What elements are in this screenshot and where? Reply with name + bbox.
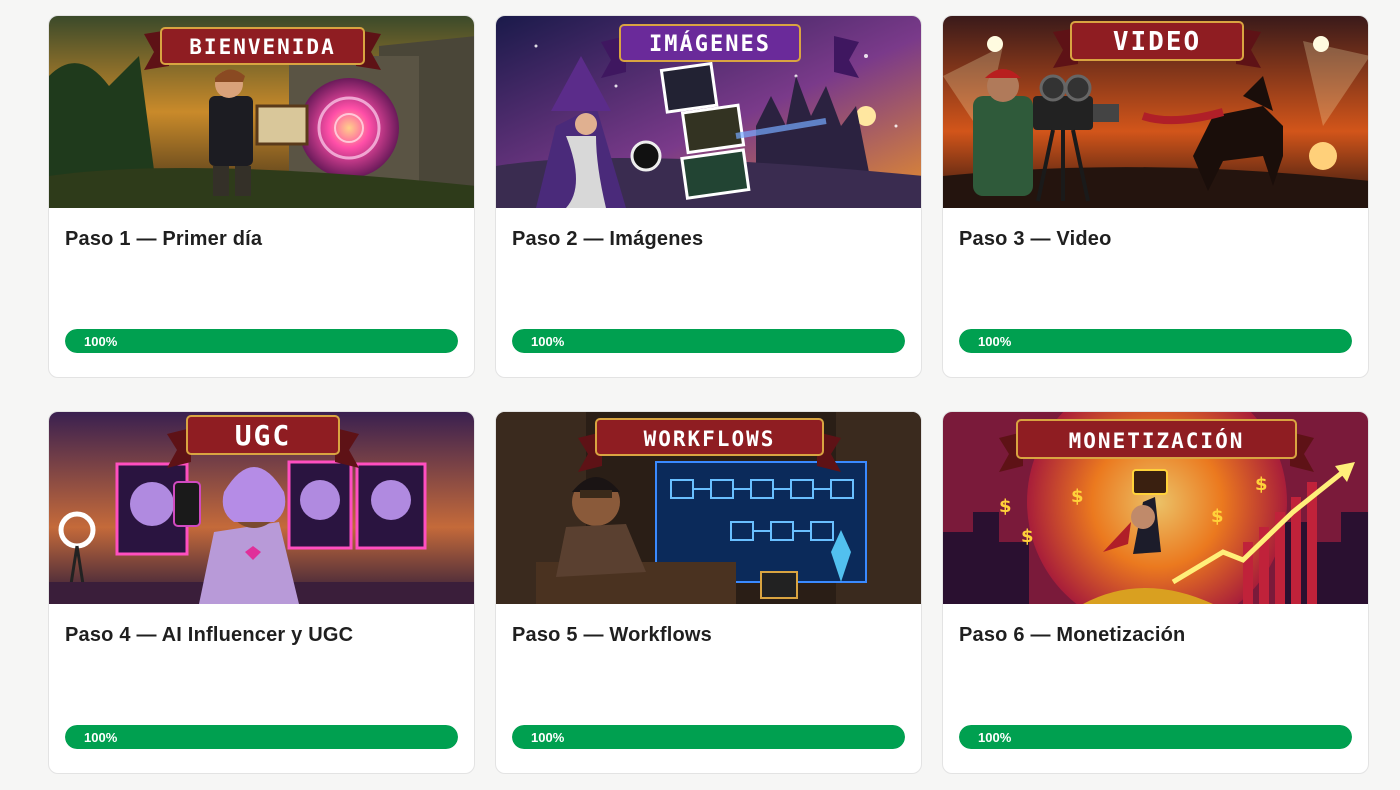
course-thumbnail[interactable]: WORKFLOWS bbox=[496, 412, 921, 604]
course-title[interactable]: Paso 3 — Video bbox=[959, 228, 1112, 251]
progress-fill: 100% bbox=[65, 329, 458, 353]
progress-fill: 100% bbox=[959, 725, 1352, 749]
course-card-paso-6[interactable]: $ $ $ $ $ MONETIZACIÓN Paso 6 — Monetizació… bbox=[942, 411, 1369, 774]
progress-label: 100% bbox=[978, 729, 1012, 745]
progress-bar: 100% bbox=[959, 329, 1352, 353]
banner-text: IMÁGENES bbox=[649, 31, 771, 57]
progress-fill: 100% bbox=[65, 725, 458, 749]
course-thumbnail[interactable]: BIENVENIDA bbox=[49, 16, 474, 208]
course-title[interactable]: Paso 6 — Monetización bbox=[959, 624, 1185, 647]
progress-bar: 100% bbox=[65, 725, 458, 749]
progress-fill: 100% bbox=[512, 725, 905, 749]
progress-bar: 100% bbox=[959, 725, 1352, 749]
progress-label: 100% bbox=[531, 729, 565, 745]
banner-ribbon: BIENVENIDA bbox=[144, 27, 381, 70]
course-card-paso-1[interactable]: BIENVENIDA Paso 1 — Primer día 100% bbox=[48, 15, 475, 378]
course-grid: BIENVENIDA Paso 1 — Primer día 100% IMÁG… bbox=[48, 15, 1369, 774]
progress-label: 100% bbox=[531, 333, 565, 349]
course-card-paso-4[interactable]: UGC Paso 4 — AI Influencer y UGC 100% bbox=[48, 411, 475, 774]
progress-label: 100% bbox=[978, 333, 1012, 349]
course-title[interactable]: Paso 4 — AI Influencer y UGC bbox=[65, 624, 353, 647]
progress-fill: 100% bbox=[959, 329, 1352, 353]
progress-label: 100% bbox=[84, 333, 118, 349]
course-thumbnail[interactable]: IMÁGENES bbox=[496, 16, 921, 208]
course-card-paso-5[interactable]: WORKFLOWS Paso 5 — Workflows 100% bbox=[495, 411, 922, 774]
progress-bar: 100% bbox=[512, 725, 905, 749]
banner-ribbon: VIDEO bbox=[1053, 21, 1261, 68]
progress-bar: 100% bbox=[512, 329, 905, 353]
course-card-paso-2[interactable]: IMÁGENES Paso 2 — Imágenes 100% bbox=[495, 15, 922, 378]
banner-text: VIDEO bbox=[1113, 27, 1201, 57]
course-title[interactable]: Paso 2 — Imágenes bbox=[512, 228, 703, 251]
banner-text: MONETIZACIÓN bbox=[1069, 428, 1245, 453]
banner-ribbon: UGC bbox=[167, 415, 359, 468]
banner-text: BIENVENIDA bbox=[189, 35, 335, 59]
course-thumbnail[interactable]: VIDEO bbox=[943, 16, 1368, 208]
banner-ribbon: IMÁGENES bbox=[601, 24, 859, 78]
banner-ribbon: WORKFLOWS bbox=[578, 418, 841, 472]
progress-bar: 100% bbox=[65, 329, 458, 353]
banner-text: WORKFLOWS bbox=[644, 427, 776, 451]
banner-ribbon: MONETIZACIÓN bbox=[999, 419, 1314, 472]
banner-text: UGC bbox=[235, 419, 292, 452]
course-title[interactable]: Paso 1 — Primer día bbox=[65, 228, 262, 251]
progress-label: 100% bbox=[84, 729, 118, 745]
course-title[interactable]: Paso 5 — Workflows bbox=[512, 624, 712, 647]
course-card-paso-3[interactable]: VIDEO Paso 3 — Video 100% bbox=[942, 15, 1369, 378]
course-thumbnail[interactable]: UGC bbox=[49, 412, 474, 604]
progress-fill: 100% bbox=[512, 329, 905, 353]
course-thumbnail[interactable]: $ $ $ $ $ MONETIZACIÓN bbox=[943, 412, 1368, 604]
